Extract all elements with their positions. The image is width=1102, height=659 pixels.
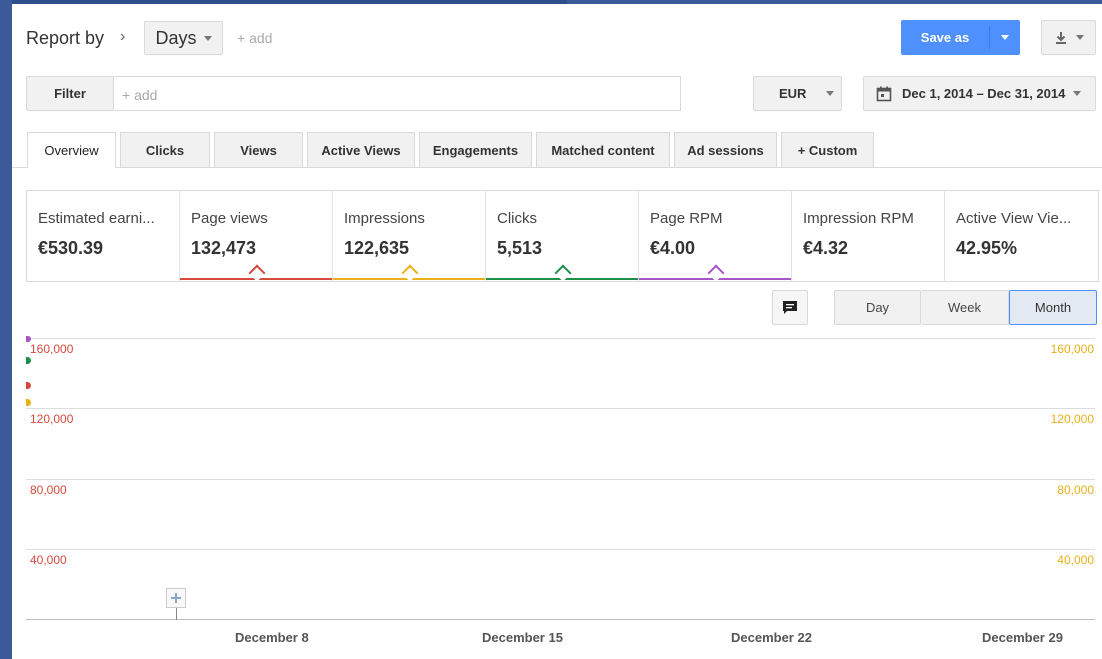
- add-annotation-marker[interactable]: [166, 588, 186, 608]
- metric-value: 122,635: [344, 238, 410, 258]
- metric-page-rpm[interactable]: Page RPM €4.00: [639, 190, 792, 282]
- gridline-160000: [26, 338, 1095, 339]
- add-dimension-link[interactable]: + add: [237, 30, 272, 46]
- dimension-value: Days: [155, 27, 197, 48]
- currency-value: EUR: [779, 86, 807, 101]
- tab-matched-content[interactable]: Matched content: [536, 132, 670, 167]
- save-as-dropdown-button[interactable]: [990, 20, 1020, 55]
- metric-value: 42.95%: [956, 238, 1018, 258]
- chevron-down-icon: [1001, 35, 1009, 40]
- tabs-baseline: [12, 167, 1102, 168]
- dimension-dropdown[interactable]: Days: [144, 21, 223, 55]
- download-button[interactable]: [1041, 20, 1096, 55]
- download-icon: [1055, 31, 1066, 44]
- tab-engagements[interactable]: Engagements: [419, 132, 532, 167]
- tab-active-views[interactable]: Active Views: [307, 132, 415, 167]
- metric-label: Impressions: [344, 210, 425, 227]
- x-axis-label: December 15: [482, 630, 563, 645]
- metric-label: Clicks: [497, 210, 537, 227]
- metric-clicks[interactable]: Clicks 5,513: [486, 190, 639, 282]
- metric-impression-rpm[interactable]: Impression RPM €4.32: [792, 190, 945, 282]
- metric-estimated-earnings[interactable]: Estimated earni... €530.39: [27, 190, 180, 282]
- metric-label: Page RPM: [650, 210, 723, 227]
- x-axis-line: [26, 619, 1095, 620]
- metric-value: €530.39: [38, 238, 104, 258]
- tab-overview[interactable]: Overview: [27, 132, 116, 168]
- metric-label: Active View Vie...: [956, 210, 1072, 227]
- metric-label: Impression RPM: [803, 210, 914, 227]
- calendar-icon: [876, 86, 892, 101]
- tab-views[interactable]: Views: [214, 132, 303, 167]
- y-right-label: 40,000: [1057, 553, 1094, 567]
- chevron-down-icon: [1073, 91, 1082, 96]
- granularity-day-button[interactable]: Day: [834, 290, 921, 325]
- filter-input[interactable]: + add: [114, 76, 681, 111]
- gridline-40000: [26, 549, 1095, 550]
- metric-label: Page views: [191, 210, 268, 227]
- chevron-down-icon: [203, 35, 212, 41]
- currency-select[interactable]: EUR: [753, 76, 842, 111]
- y-right-label: 80,000: [1057, 483, 1094, 497]
- x-axis-label: December 29: [982, 630, 1063, 645]
- metric-value: €4.32: [803, 238, 849, 258]
- chevron-down-icon: [826, 91, 835, 96]
- granularity-week-button[interactable]: Week: [921, 290, 1009, 325]
- y-left-label: 120,000: [30, 412, 74, 426]
- gridline-120000: [26, 408, 1095, 409]
- metric-label: Estimated earni...: [38, 210, 155, 227]
- metric-value: 5,513: [497, 238, 543, 258]
- y-right-label: 160,000: [1050, 342, 1094, 356]
- filter-button[interactable]: Filter: [26, 76, 114, 111]
- annotation-button[interactable]: [772, 290, 808, 325]
- breadcrumb-separator-icon: ›: [120, 28, 126, 45]
- date-range-picker[interactable]: Dec 1, 2014 – Dec 31, 2014: [863, 76, 1096, 111]
- y-right-label: 120,000: [1050, 412, 1094, 426]
- save-as-button[interactable]: Save as: [901, 20, 989, 55]
- report-by-label: Report by: [26, 28, 105, 48]
- comment-icon: [783, 300, 797, 314]
- save-as-button-group: Save as: [901, 20, 1020, 55]
- y-left-label: 160,000: [30, 342, 74, 356]
- granularity-month-button[interactable]: Month: [1009, 290, 1097, 325]
- metric-active-view-viewable[interactable]: Active View Vie... 42.95%: [945, 190, 1098, 282]
- date-range-value: Dec 1, 2014 – Dec 31, 2014: [902, 86, 1066, 101]
- metric-page-views[interactable]: Page views 132,473: [180, 190, 333, 282]
- chevron-down-icon: [1075, 35, 1084, 40]
- metric-value: 132,473: [191, 238, 257, 258]
- metric-impressions[interactable]: Impressions 122,635: [333, 190, 486, 282]
- filter-placeholder: + add: [122, 87, 158, 103]
- metric-value: €4.00: [650, 238, 696, 258]
- tab-custom[interactable]: + Custom: [781, 132, 874, 167]
- annotation-tick: [176, 608, 177, 620]
- tab-ad-sessions[interactable]: Ad sessions: [674, 132, 777, 167]
- tab-clicks[interactable]: Clicks: [120, 132, 210, 167]
- y-left-label: 40,000: [30, 553, 67, 567]
- report-panel: Report by › Days + add Save as Filter + …: [12, 4, 1102, 659]
- x-axis-label: December 22: [731, 630, 812, 645]
- gridline-80000: [26, 479, 1095, 480]
- y-left-label: 80,000: [30, 483, 67, 497]
- x-axis-label: December 8: [235, 630, 309, 645]
- plus-icon: [171, 593, 181, 603]
